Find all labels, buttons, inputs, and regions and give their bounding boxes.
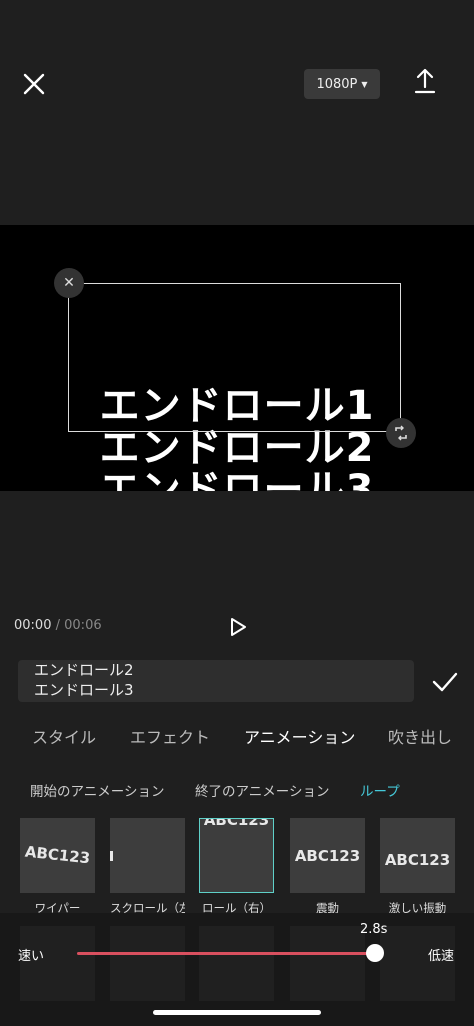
tab-style[interactable]: スタイル <box>32 724 96 748</box>
rotate-scale-handle[interactable] <box>386 418 416 448</box>
tile-preview-fragment <box>110 851 113 861</box>
animation-tile-roll-right[interactable]: ABC123 <box>199 818 274 893</box>
animation-tile-strong-shake[interactable]: ABC123 <box>380 818 455 893</box>
export-button[interactable] <box>410 66 440 100</box>
resolution-label: 1080P <box>316 76 358 92</box>
animation-tile-shake[interactable]: ABC123 <box>290 818 365 893</box>
tile-preview-text: ABC123 <box>203 818 270 829</box>
play-icon <box>231 618 246 636</box>
ghost-tile <box>199 926 274 1001</box>
upload-icon <box>414 68 436 94</box>
speed-fast-label: 速い <box>18 949 45 964</box>
tile-preview-text: ABC123 <box>24 842 91 868</box>
total-time: 00:06 <box>64 618 102 633</box>
speed-slow-label: 低速 <box>428 949 455 964</box>
speed-slider-knob[interactable] <box>366 944 384 962</box>
tile-preview-text: ABC123 <box>384 851 451 869</box>
text-selection-box[interactable] <box>68 283 401 432</box>
text-input[interactable]: エンドロール2 エンドロール3 <box>18 660 414 702</box>
text-input-line: エンドロール3 <box>34 681 134 699</box>
animation-tile-wiper[interactable]: ABC123 <box>20 818 95 893</box>
text-input-line: エンドロール2 <box>34 661 134 679</box>
rotate-icon <box>395 425 407 441</box>
subtab-in-animation[interactable]: 開始のアニメーション <box>30 780 164 800</box>
close-icon: ✕ <box>63 275 75 291</box>
playback-time: 00:00 / 00:06 <box>14 618 102 633</box>
tile-preview-text: ABC123 <box>294 847 361 865</box>
tab-effect[interactable]: エフェクト <box>130 724 210 748</box>
close-icon <box>23 73 45 95</box>
resolution-selector[interactable]: 1080P ▼ <box>304 69 380 99</box>
checkmark-icon <box>432 672 458 692</box>
confirm-button[interactable] <box>430 668 460 696</box>
play-button[interactable] <box>226 614 250 640</box>
tab-speech-bubble[interactable]: 吹き出し <box>388 724 452 748</box>
tab-animation[interactable]: アニメーション <box>244 724 355 748</box>
speed-slider-track[interactable] <box>77 952 379 955</box>
time-separator: / <box>55 618 60 633</box>
close-button[interactable] <box>18 68 50 100</box>
ghost-tile <box>110 926 185 1001</box>
subtab-loop[interactable]: ループ <box>360 780 400 800</box>
delete-text-button[interactable]: ✕ <box>54 268 84 298</box>
animation-tile-scroll-left[interactable] <box>110 818 185 893</box>
credit-line: エンドロール3 <box>99 467 375 491</box>
current-time: 00:00 <box>14 618 52 633</box>
speed-value: 2.8s <box>360 922 388 937</box>
ghost-tile <box>290 926 365 1001</box>
subtab-out-animation[interactable]: 終了のアニメーション <box>195 780 329 800</box>
home-indicator <box>153 1010 321 1015</box>
caret-down-icon: ▼ <box>361 79 368 89</box>
